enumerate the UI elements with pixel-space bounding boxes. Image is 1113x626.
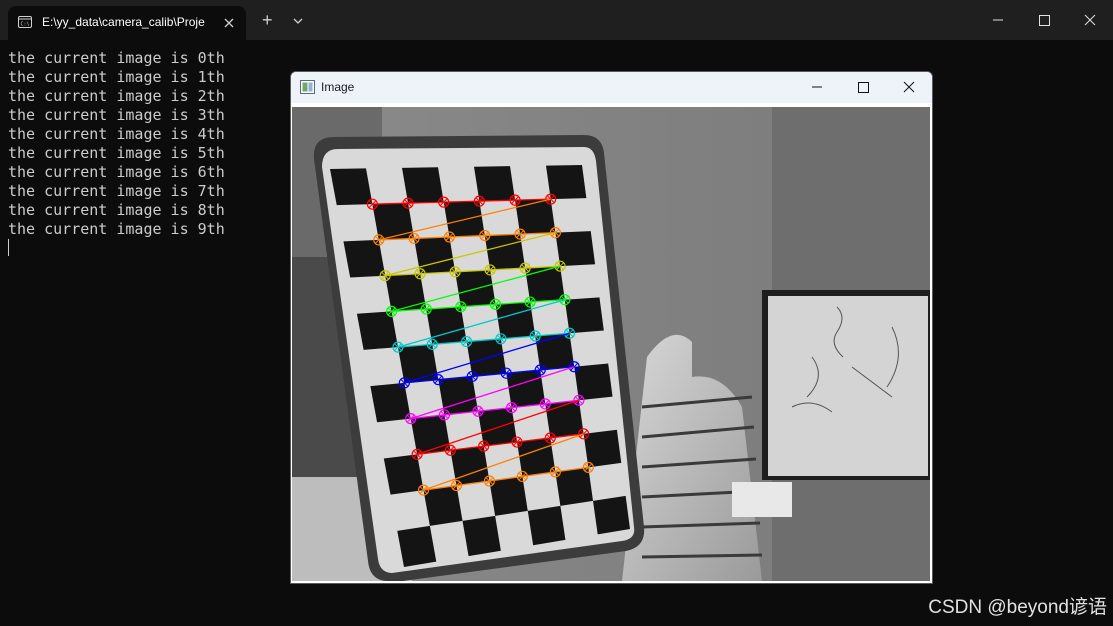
image-close-button[interactable] <box>886 72 932 103</box>
terminal-line: the current image is 6th <box>8 163 225 181</box>
terminal-line: the current image is 2th <box>8 87 225 105</box>
close-button[interactable] <box>1067 0 1113 40</box>
checker-square <box>593 495 630 535</box>
terminal-icon: C:\ <box>18 16 32 28</box>
checker-square <box>356 311 398 350</box>
checker-square <box>343 239 386 278</box>
terminal-line: the current image is 5th <box>8 144 225 162</box>
checker-square <box>410 414 451 455</box>
terminal-output[interactable]: the current image is 0th the current ima… <box>8 49 268 239</box>
checker-square <box>385 273 427 312</box>
minimize-icon <box>993 19 1003 21</box>
app-icon <box>300 80 315 94</box>
tab-terminal[interactable]: C:\ E:\yy_data\camera_calib\Proje <box>8 6 246 40</box>
checker-square <box>370 382 411 423</box>
terminal-line: the current image is 1th <box>8 68 225 86</box>
maximize-icon <box>858 82 869 93</box>
chevron-down-icon <box>293 18 303 24</box>
terminal-line: the current image is 8th <box>8 201 225 219</box>
image-window-titlebar[interactable]: Image <box>291 72 932 103</box>
checker-square <box>426 306 467 345</box>
image-minimize-button[interactable] <box>794 72 840 103</box>
watermark: CSDN @beyond谚语 <box>928 597 1107 618</box>
terminal-tab-bar: C:\ E:\yy_data\camera_calib\Proje + <box>0 0 1113 40</box>
terminal-line: the current image is 7th <box>8 182 225 200</box>
checker-square <box>383 454 424 495</box>
terminal-line: the current image is 0th <box>8 49 225 67</box>
close-tab-icon[interactable] <box>223 17 235 29</box>
checker-square <box>574 363 613 401</box>
checker-square <box>330 168 373 206</box>
tab-title: E:\yy_data\camera_calib\Proje <box>42 15 205 29</box>
cable-bundle <box>732 482 792 517</box>
checker-square <box>527 505 566 546</box>
close-icon <box>903 81 915 93</box>
checker-square <box>545 400 584 438</box>
text-cursor <box>8 239 9 256</box>
checker-square <box>423 485 463 526</box>
terminal-line: the current image is 3th <box>8 106 225 124</box>
image-window[interactable]: Image <box>290 71 933 584</box>
terminal-line: the current image is 9th <box>8 220 225 238</box>
terminal-line: the current image is 4th <box>8 125 225 143</box>
checker-square <box>397 344 439 383</box>
whiteboard <box>768 296 928 476</box>
calibration-image <box>292 107 930 581</box>
checker-square <box>462 515 501 557</box>
minimize-button[interactable] <box>975 0 1021 40</box>
checker-square <box>583 429 622 468</box>
maximize-icon <box>1039 15 1050 26</box>
image-window-title: Image <box>321 80 355 94</box>
checker-square <box>438 376 478 415</box>
plus-icon: + <box>262 10 273 30</box>
checker-square <box>397 525 437 567</box>
checker-square <box>489 476 528 516</box>
maximize-button[interactable] <box>1021 0 1067 40</box>
checker-square <box>450 446 490 486</box>
image-maximize-button[interactable] <box>840 72 886 103</box>
checker-square <box>555 467 594 506</box>
tab-dropdown-button[interactable] <box>292 17 304 25</box>
svg-text:C:\: C:\ <box>21 22 30 28</box>
checker-square <box>517 437 556 477</box>
minimize-icon <box>812 86 822 88</box>
checker-square <box>506 369 546 408</box>
new-tab-button[interactable]: + <box>262 10 273 31</box>
close-icon <box>1084 14 1096 26</box>
